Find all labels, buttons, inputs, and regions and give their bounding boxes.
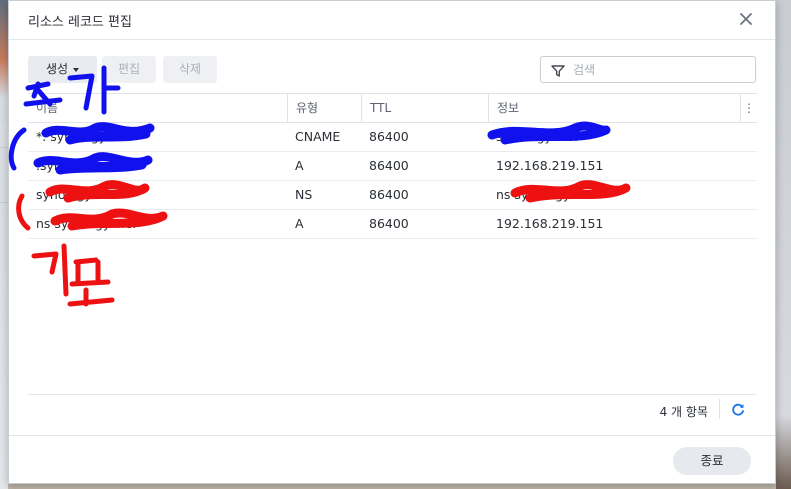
cell-info: synology.me.: [496, 129, 578, 144]
filter-icon: [551, 63, 565, 77]
cell-name: ns synology.me.: [36, 216, 137, 231]
cell-ttl: 86400: [369, 216, 409, 231]
cell-type: A: [295, 158, 304, 173]
background-tab: [0, 180, 8, 203]
divider: [719, 399, 720, 419]
caret-down-icon: [73, 67, 80, 72]
background-right: [776, 0, 791, 489]
refresh-icon[interactable]: [730, 402, 746, 418]
cell-name: *. synology.me.: [36, 129, 133, 144]
dialog-titlebar: 리소스 레코드 편집: [9, 1, 775, 40]
cell-ttl: 86400: [369, 129, 409, 144]
column-header-name[interactable]: 이름: [28, 94, 287, 122]
cell-ttl: 86400: [369, 158, 409, 173]
dialog-title: 리소스 레코드 편집: [28, 15, 132, 30]
grid-header: 이름 유형 TTL 정보 ⋮: [28, 93, 757, 123]
table-row[interactable]: ns synology.me. A 86400 192.168.219.151: [28, 210, 757, 239]
cell-info: 192.168.219.151: [496, 158, 604, 173]
more-vertical-icon[interactable]: ⋮: [740, 94, 757, 122]
cell-info: 192.168.219.151: [496, 216, 604, 231]
cell-name: .synology.me.: [36, 158, 122, 173]
cell-name: synology.me.: [36, 187, 118, 202]
cell-type: CNAME: [295, 129, 341, 144]
background-tab: [0, 125, 8, 148]
table-row[interactable]: .synology.me. A 86400 192.168.219.151: [28, 152, 757, 181]
edit-button[interactable]: 편집: [102, 56, 156, 83]
create-button[interactable]: 생성: [28, 56, 97, 83]
grid-footer: 4 개 항목: [28, 394, 756, 425]
table-row[interactable]: synology.me. NS 86400 ns synology.me.: [28, 181, 757, 210]
close-icon[interactable]: [737, 10, 755, 28]
edit-resource-record-dialog: 리소스 레코드 편집 생성 편집 삭제 이름 유형 TTL 정보 ⋮ *. sy…: [8, 0, 776, 484]
search-input[interactable]: [573, 60, 743, 79]
search-box[interactable]: [540, 56, 756, 83]
records-grid: 이름 유형 TTL 정보 ⋮ *. synology.me. CNAME 864…: [28, 93, 757, 239]
cell-type: A: [295, 216, 304, 231]
column-header-ttl[interactable]: TTL: [361, 94, 488, 122]
create-button-label: 생성: [45, 62, 69, 76]
cell-type: NS: [295, 187, 313, 202]
column-header-info[interactable]: 정보: [488, 94, 741, 122]
item-count: 4 개 항목: [659, 405, 708, 419]
delete-button[interactable]: 삭제: [163, 56, 217, 83]
background-left: [0, 0, 8, 489]
toolbar: 생성 편집 삭제: [28, 56, 756, 84]
cell-ttl: 86400: [369, 187, 409, 202]
close-button[interactable]: 종료: [673, 447, 751, 475]
column-header-type[interactable]: 유형: [287, 94, 361, 122]
table-row[interactable]: *. synology.me. CNAME 86400 synology.me.: [28, 123, 757, 152]
dialog-footer: 종료: [9, 435, 775, 486]
cell-info: ns synology.me.: [496, 187, 597, 202]
